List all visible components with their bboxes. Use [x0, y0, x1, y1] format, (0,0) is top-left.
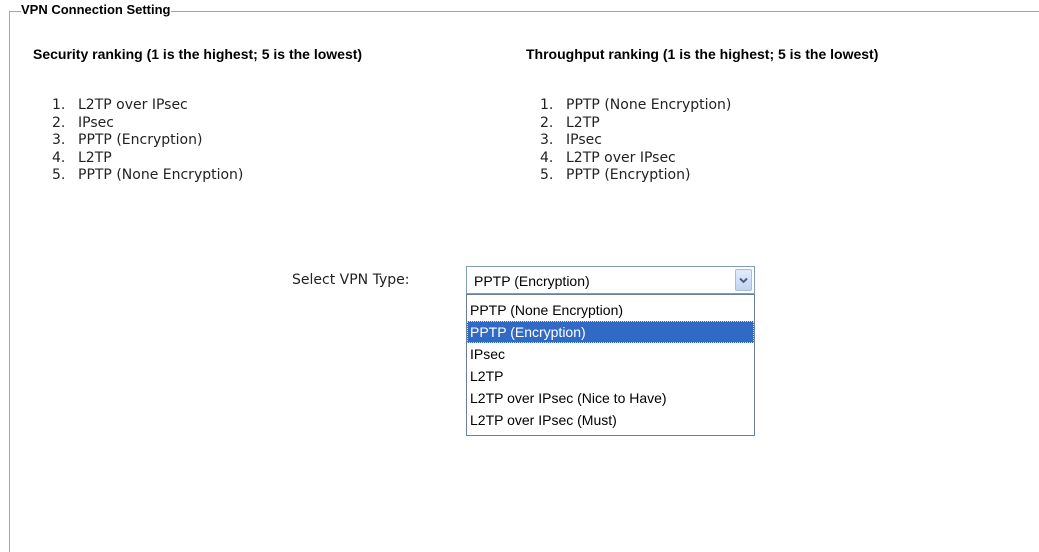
- vpn-type-select[interactable]: PPTP (Encryption): [466, 266, 755, 294]
- list-item: 5. PPTP (None Encryption): [52, 167, 244, 183]
- list-item: 1. L2TP over IPsec: [52, 97, 188, 113]
- option-l2tp[interactable]: L2TP: [467, 365, 754, 387]
- throughput-ranking-list: 1. PPTP (None Encryption) 2. L2TP 3. IPsec …: [540, 97, 731, 185]
- chevron-down-icon[interactable]: [735, 269, 752, 291]
- option-ipsec[interactable]: IPsec: [467, 343, 754, 365]
- list-item: 4. L2TP over IPsec: [540, 149, 676, 166]
- list-item: 1. PPTP (None Encryption): [540, 97, 732, 113]
- list-item: 2. IPsec: [52, 114, 114, 131]
- throughput-ranking-heading: Throughput ranking (1 is the highest; 5 …: [526, 46, 879, 62]
- option-pptp-none-encryption[interactable]: PPTP (None Encryption): [467, 299, 754, 321]
- list-item: 4. L2TP: [52, 149, 112, 166]
- vpn-type-dropdown[interactable]: PPTP (None Encryption) PPTP (Encryption)…: [466, 294, 755, 436]
- list-item: 2. L2TP: [540, 114, 600, 131]
- security-ranking-heading: Security ranking (1 is the highest; 5 is…: [33, 46, 363, 62]
- vpn-type-selected-value: PPTP (Encryption): [474, 273, 590, 289]
- option-l2tp-over-ipsec-nice-to-have[interactable]: L2TP over IPsec (Nice to Have): [467, 387, 754, 409]
- option-pptp-encryption[interactable]: PPTP (Encryption): [467, 321, 754, 343]
- list-item: 3. PPTP (Encryption): [52, 132, 203, 148]
- list-item: 5. PPTP (Encryption): [540, 167, 691, 183]
- section-title: VPN Connection Setting: [21, 2, 171, 17]
- list-item: 3. IPsec: [540, 132, 602, 148]
- vpn-type-label: Select VPN Type:: [292, 272, 410, 288]
- security-ranking-list: 1. L2TP over IPsec 2. IPsec 3. PPTP (Encryp…: [52, 97, 243, 185]
- option-l2tp-over-ipsec-must[interactable]: L2TP over IPsec (Must): [467, 409, 754, 431]
